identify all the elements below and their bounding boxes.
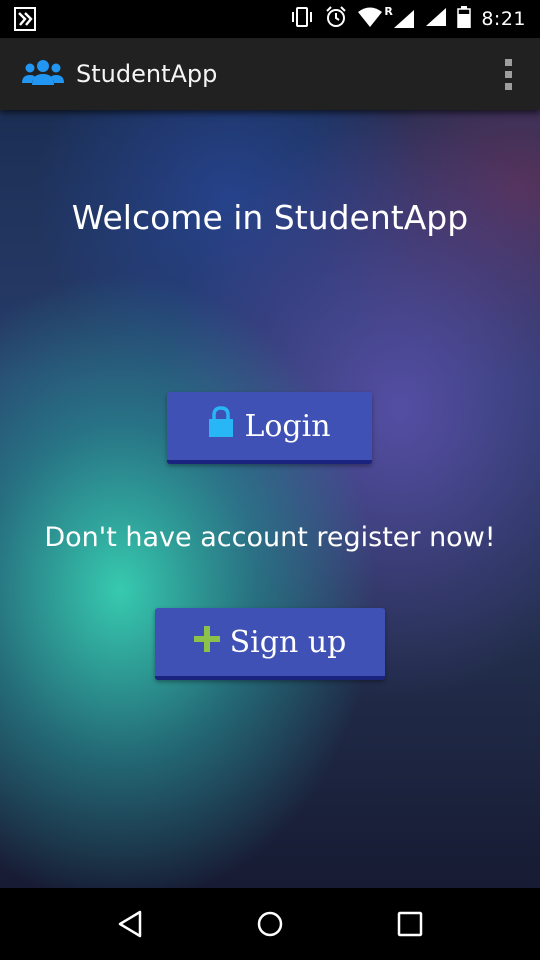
app-title: StudentApp bbox=[76, 60, 218, 88]
navigation-bar bbox=[0, 888, 540, 960]
status-time: 8:21 bbox=[481, 8, 526, 30]
battery-icon bbox=[457, 6, 472, 32]
signup-label: Sign up bbox=[229, 624, 347, 660]
main-content: Welcome in StudentApp Login Don't have a… bbox=[0, 110, 540, 888]
lock-icon bbox=[208, 406, 234, 446]
app-bar: StudentApp bbox=[0, 38, 540, 110]
status-bar: R 8:21 bbox=[0, 0, 540, 38]
overflow-menu-icon[interactable] bbox=[499, 53, 518, 96]
roaming-label: R bbox=[384, 5, 393, 18]
signal-roaming-icon: R bbox=[384, 5, 415, 29]
register-prompt: Don't have account register now! bbox=[44, 522, 496, 553]
wifi-icon bbox=[357, 7, 383, 31]
alarm-icon bbox=[325, 6, 347, 32]
notification-icon bbox=[14, 5, 42, 33]
home-icon[interactable] bbox=[246, 900, 294, 948]
plus-icon bbox=[193, 625, 220, 660]
recents-icon[interactable] bbox=[386, 900, 434, 948]
login-button[interactable]: Login bbox=[167, 392, 372, 464]
login-label: Login bbox=[244, 408, 331, 444]
cell-signal-icon bbox=[425, 7, 447, 31]
vibrate-icon bbox=[289, 7, 315, 31]
signup-button[interactable]: Sign up bbox=[155, 608, 385, 680]
students-group-icon bbox=[22, 57, 64, 91]
welcome-heading: Welcome in StudentApp bbox=[71, 198, 469, 237]
back-icon[interactable] bbox=[106, 900, 154, 948]
